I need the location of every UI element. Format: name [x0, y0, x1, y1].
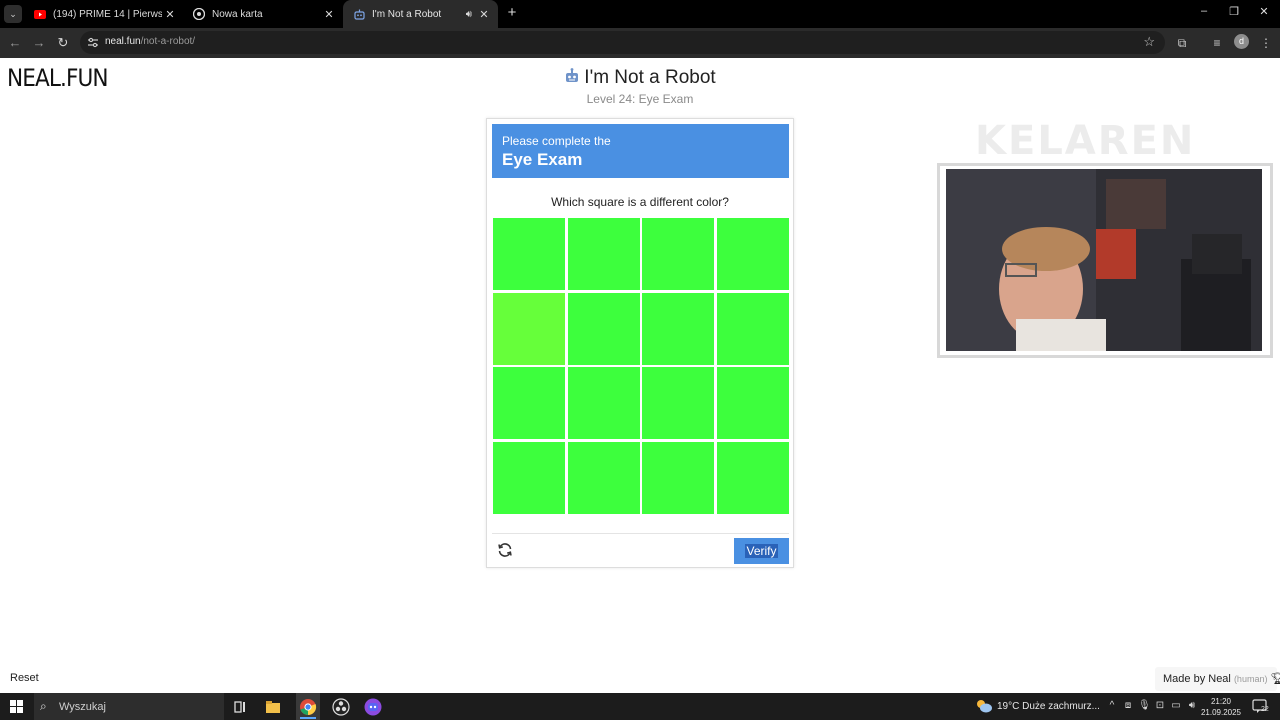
refresh-icon[interactable]: [497, 542, 513, 558]
tray-app-icon[interactable]: ⊡: [1154, 700, 1166, 711]
captcha-header: Please complete the Eye Exam: [492, 124, 789, 178]
back-icon[interactable]: ←: [7, 35, 23, 51]
system-tray-app-icon[interactable]: ⧈: [1122, 700, 1134, 711]
color-square[interactable]: [717, 367, 790, 440]
trophy-icon: 🏆︎: [1270, 673, 1280, 685]
close-tab-icon[interactable]: ✕: [162, 8, 178, 21]
color-square[interactable]: [717, 218, 790, 290]
color-square[interactable]: [567, 292, 640, 365]
extensions-icon[interactable]: ⧉: [1174, 35, 1190, 51]
restore-icon[interactable]: ❐: [1224, 5, 1244, 18]
color-square[interactable]: [493, 292, 565, 365]
captcha-question: Which square is a different color?: [551, 195, 729, 209]
clock-time: 21:20: [1210, 697, 1232, 706]
menu-icon[interactable]: ⋮: [1258, 35, 1274, 51]
color-square[interactable]: [642, 442, 715, 515]
weather-text[interactable]: 19°C Duże zachmurz...: [997, 701, 1100, 712]
page-title: I'm Not a Robot: [0, 67, 1280, 89]
search-placeholder: Wyszukaj: [59, 701, 106, 713]
captcha-header-small: Please complete the: [502, 134, 611, 148]
microphone-icon[interactable]: 🎙︎: [1138, 700, 1151, 711]
divider: [492, 533, 789, 534]
tab-search-button[interactable]: ⌄: [4, 5, 22, 23]
captcha-header-title: Eye Exam: [502, 150, 583, 169]
notification-icon[interactable]: 22: [1252, 698, 1269, 714]
tab-title: (194) PRIME 14 | Pierwsza KON: [53, 8, 162, 20]
webcam-watermark: KELAREN: [975, 118, 1196, 164]
reload-icon[interactable]: ↻: [55, 35, 71, 51]
webcam-frame: [937, 163, 1273, 358]
color-square[interactable]: [642, 292, 715, 365]
taskbar-search[interactable]: ⌕ Wyszukaj: [34, 693, 224, 720]
made-by-human: (human): [1233, 674, 1268, 684]
speaker-icon[interactable]: 🔊︎: [466, 9, 472, 20]
minimize-icon[interactable]: –: [1194, 5, 1214, 17]
media-control-icon[interactable]: ≡: [1209, 35, 1225, 51]
made-by-badge[interactable]: Made by Neal (human) 🏆︎: [1155, 667, 1280, 691]
close-tab-icon[interactable]: ✕: [476, 8, 492, 21]
show-hidden-icons-icon[interactable]: ^: [1106, 700, 1118, 711]
color-square[interactable]: [567, 442, 640, 515]
color-square[interactable]: [642, 367, 715, 440]
url-path: /not-a-robot/: [140, 36, 196, 47]
verify-button[interactable]: Verify: [734, 538, 789, 564]
color-square[interactable]: [493, 218, 565, 290]
color-square[interactable]: [717, 442, 790, 515]
color-square[interactable]: [567, 367, 640, 440]
volume-icon[interactable]: 🔊︎: [1186, 700, 1198, 711]
weather-cloud-icon: [977, 700, 992, 713]
captcha-box: Please complete the Eye Exam Which squar…: [486, 118, 794, 568]
url-domain: neal.fun: [105, 36, 141, 47]
tab-not-a-robot[interactable]: I'm Not a Robot 🔊︎ ✕: [343, 0, 498, 28]
site-info-icon[interactable]: [87, 37, 99, 48]
webcam-overlay: KELAREN: [905, 118, 1277, 363]
page-content: NEAL.FUN I'm Not a Robot Level 24: Eye E…: [0, 58, 1280, 693]
network-icon[interactable]: ▭: [1170, 700, 1182, 711]
close-tab-icon[interactable]: ✕: [321, 8, 337, 21]
color-square[interactable]: [493, 367, 565, 440]
robot-icon: [566, 68, 579, 82]
color-grid: [493, 218, 790, 515]
windows-taskbar: ⌕ Wyszukaj 19°C Duże zachmurz... ^ ⧈ 🎙︎ …: [0, 693, 1280, 720]
forward-icon[interactable]: →: [31, 35, 47, 51]
file-explorer-icon[interactable]: [264, 698, 282, 716]
page-title-text: I'm Not a Robot: [584, 67, 716, 88]
youtube-icon: [34, 8, 46, 20]
clock[interactable]: 21:20 21.09.2025: [1198, 696, 1244, 718]
browser-tab-bar: ⌄ (194) PRIME 14 | Pierwsza KON ✕ Nowa k…: [0, 0, 1280, 28]
notification-count: 22: [1261, 706, 1269, 713]
verify-label: Verify: [745, 544, 778, 558]
tab-youtube[interactable]: (194) PRIME 14 | Pierwsza KON ✕: [24, 0, 184, 28]
tab-new-tab[interactable]: Nowa karta ✕: [183, 0, 343, 28]
clock-date: 21.09.2025: [1200, 708, 1242, 717]
url-text: neal.fun/not-a-robot/: [105, 36, 195, 47]
close-window-icon[interactable]: ✕: [1254, 5, 1274, 18]
bookmark-star-icon[interactable]: ☆: [1143, 34, 1155, 50]
search-icon: ⌕: [40, 699, 47, 713]
color-square[interactable]: [493, 442, 565, 515]
chrome-icon: [300, 699, 317, 716]
address-bar[interactable]: neal.fun/not-a-robot/ ☆: [80, 31, 1165, 54]
browser-toolbar: ← → ↻ neal.fun/not-a-robot/ ☆ ⧉ ≡ ⋮: [0, 28, 1280, 58]
reset-button[interactable]: Reset: [10, 672, 39, 684]
color-square[interactable]: [642, 218, 715, 290]
profile-avatar[interactable]: d: [1234, 34, 1249, 49]
chrome-icon: [193, 8, 205, 20]
robot-icon: [353, 8, 365, 20]
obs-icon[interactable]: [332, 698, 350, 716]
discord-icon[interactable]: [364, 698, 382, 716]
level-subtitle: Level 24: Eye Exam: [586, 92, 694, 106]
new-tab-button[interactable]: +: [504, 5, 520, 21]
tab-title: Nowa karta: [212, 8, 263, 20]
task-view-icon[interactable]: [231, 698, 249, 716]
webcam-image: [946, 169, 1262, 351]
color-square[interactable]: [567, 218, 640, 290]
windows-start-icon[interactable]: [10, 700, 23, 713]
tab-title: I'm Not a Robot: [372, 8, 442, 20]
made-by-text: Made by Neal: [1163, 673, 1231, 685]
color-square[interactable]: [717, 292, 790, 365]
